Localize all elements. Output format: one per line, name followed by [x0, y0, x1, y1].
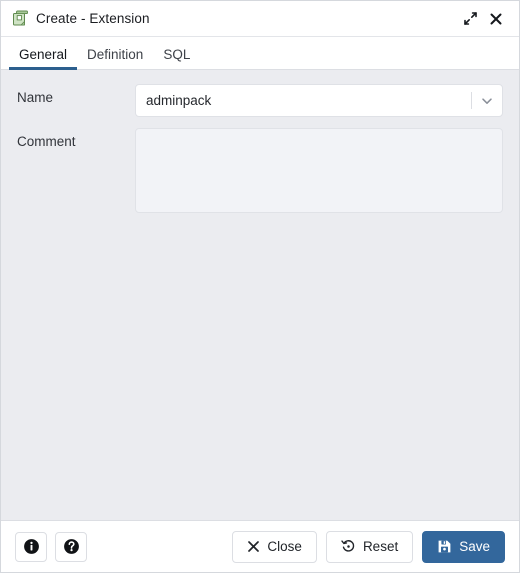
- extension-icon: [12, 10, 29, 27]
- reset-button[interactable]: Reset: [325, 530, 414, 563]
- tab-bar: General Definition SQL: [1, 37, 519, 70]
- footer-left-group: [15, 531, 87, 562]
- save-floppy-icon: [437, 539, 452, 554]
- dialog-footer: Close Reset Save: [1, 520, 519, 572]
- save-button[interactable]: Save: [422, 530, 505, 563]
- close-button-label: Close: [267, 539, 302, 554]
- comment-control: [135, 128, 503, 218]
- close-x-icon: [247, 540, 260, 553]
- tab-definition[interactable]: Definition: [77, 47, 153, 70]
- expand-diagonal-icon[interactable]: [457, 6, 483, 32]
- footer-right-group: Close Reset Save: [232, 530, 505, 563]
- title-bar: Create - Extension: [1, 1, 519, 37]
- tab-general[interactable]: General: [9, 47, 78, 70]
- tab-sql[interactable]: SQL: [153, 47, 200, 70]
- comment-form-row: Comment: [17, 128, 503, 218]
- name-control: adminpack: [135, 84, 503, 117]
- name-form-row: Name adminpack: [17, 84, 503, 117]
- name-select-value: adminpack: [146, 93, 212, 108]
- window-title: Create - Extension: [36, 11, 150, 26]
- chevron-down-icon[interactable]: [472, 85, 502, 116]
- name-select[interactable]: adminpack: [135, 84, 503, 117]
- close-x-icon[interactable]: [483, 6, 509, 32]
- general-tab-panel: Name adminpack Comment: [1, 70, 519, 520]
- comment-label: Comment: [17, 134, 76, 149]
- reset-button-label: Reset: [362, 539, 399, 554]
- create-extension-dialog: Create - Extension General Definition SQ…: [0, 0, 520, 573]
- save-button-label: Save: [459, 539, 490, 554]
- comment-textarea[interactable]: [135, 128, 503, 213]
- help-circle-icon[interactable]: [55, 531, 87, 562]
- name-label: Name: [17, 90, 54, 105]
- info-circle-icon[interactable]: [15, 531, 47, 562]
- close-button[interactable]: Close: [232, 530, 317, 563]
- reset-circular-arrow-icon: [341, 539, 356, 554]
